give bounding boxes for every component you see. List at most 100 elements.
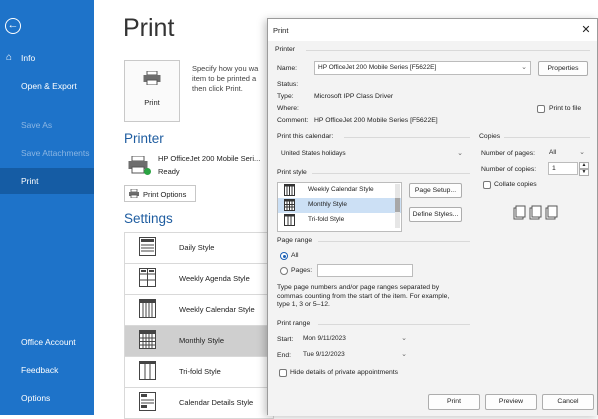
group-divider — [306, 50, 590, 51]
page-title: Print — [123, 14, 175, 42]
hide-details-checkbox[interactable] — [279, 369, 287, 377]
group-divider — [344, 137, 470, 138]
end-date-select[interactable]: Tue 9/12/2023 ⌄ — [299, 348, 411, 362]
print-style-option-label: Weekly Calendar Style — [308, 186, 374, 193]
define-styles-button[interactable]: Define Styles... — [409, 207, 462, 222]
style-item-label: Daily Style — [179, 243, 215, 252]
number-of-pages-label: Number of pages: — [481, 150, 536, 157]
print-style-option[interactable]: Tri-fold Style — [278, 213, 401, 228]
start-date-select[interactable]: Mon 9/11/2023 ⌄ — [299, 332, 411, 346]
monthly-style-icon — [139, 330, 156, 349]
print-options-label: Print Options — [143, 190, 187, 199]
cancel-button[interactable]: Cancel — [542, 394, 594, 410]
print-button-label: Print — [144, 98, 160, 107]
start-label: Start: — [277, 336, 294, 343]
tri-fold-style-icon — [284, 214, 295, 226]
end-label: End: — [277, 352, 291, 359]
calendar-select-value: United States holidays — [281, 150, 346, 157]
calendar-select[interactable]: United States holidays ⌄ — [277, 147, 467, 161]
style-item-calendar-details[interactable]: Calendar Details Style — [124, 388, 274, 419]
number-of-copies-input[interactable]: 1 — [548, 162, 578, 175]
print-style-option[interactable]: Weekly Calendar Style — [278, 183, 401, 198]
hide-details-label: Hide details of private appointments — [290, 369, 399, 376]
comment-label: Comment: — [277, 117, 309, 124]
printer-selector[interactable]: HP OfficeJet 200 Mobile Seri... Ready — [124, 152, 274, 180]
all-pages-label: All — [291, 252, 299, 259]
number-of-copies-label: Number of copies: — [481, 166, 537, 173]
style-item-tri-fold[interactable]: Tri-fold Style — [124, 357, 274, 388]
print-style-scrollbar[interactable] — [395, 184, 400, 228]
page-range-help-line: commas counting from the start of the it… — [277, 292, 450, 300]
pages-radio[interactable] — [280, 267, 288, 275]
type-value: Microsoft IPP Class Driver — [314, 93, 394, 100]
print-style-listbox[interactable]: Weekly Calendar Style Monthly Style Tri-… — [277, 182, 402, 232]
where-label: Where: — [277, 105, 299, 112]
spin-up-icon[interactable]: ▲ — [579, 162, 589, 169]
group-divider — [318, 324, 470, 325]
print-style-option-selected[interactable]: Monthly Style — [278, 198, 401, 213]
back-arrow-icon[interactable]: ← — [5, 18, 21, 34]
print-options-button[interactable]: Print Options — [124, 185, 196, 202]
page-range-help: Type page numbers and/or page ranges sep… — [277, 284, 449, 310]
print-dialog-button[interactable]: Print — [428, 394, 480, 410]
nav-options[interactable]: Options — [0, 385, 94, 411]
printer-icon — [143, 71, 161, 85]
start-date-value: Mon 9/11/2023 — [303, 335, 346, 342]
nav-open-export-label: Open & Export — [21, 81, 77, 91]
preview-button[interactable]: Preview — [485, 394, 537, 410]
chevron-down-icon: ⌄ — [521, 64, 527, 71]
scrollbar-thumb[interactable] — [395, 198, 400, 212]
nav-feedback-label: Feedback — [21, 365, 59, 375]
nav-save-attachments[interactable]: Save Attachments — [0, 140, 94, 166]
nav-office-account[interactable]: Office Account — [0, 329, 94, 355]
nav-print[interactable]: Print — [0, 168, 94, 194]
print-to-file-label: Print to file — [549, 105, 582, 112]
print-style-label: Print style — [277, 169, 307, 176]
number-of-copies-value: 1 — [552, 165, 556, 172]
style-item-daily[interactable]: Daily Style — [124, 232, 274, 264]
print-description-line: Specify how you wa — [192, 64, 259, 73]
print-button[interactable]: Print — [124, 60, 180, 122]
number-of-pages-value: All — [549, 149, 557, 156]
print-style-option-label: Monthly Style — [308, 201, 348, 208]
style-item-label: Weekly Agenda Style — [179, 274, 250, 283]
print-description-line: then click Print. — [192, 84, 243, 93]
all-pages-radio[interactable] — [280, 252, 288, 260]
settings-heading: Settings — [124, 211, 173, 226]
printer-icon — [129, 189, 139, 198]
close-icon[interactable]: ✕ — [579, 23, 593, 37]
nav-info[interactable]: ⌂ Info — [0, 45, 94, 71]
spin-down-icon[interactable]: ▼ — [579, 169, 589, 176]
monthly-style-icon — [284, 199, 295, 211]
chevron-down-icon: ⌄ — [401, 335, 407, 342]
nav-save-as[interactable]: Save As — [0, 112, 94, 138]
type-label: Type: — [277, 93, 294, 100]
style-item-monthly[interactable]: Monthly Style — [124, 326, 274, 357]
print-range-group-label: Print range — [277, 320, 311, 327]
pages-label: Pages: — [291, 267, 313, 274]
pages-input[interactable] — [317, 264, 413, 277]
weekly-calendar-style-icon — [284, 184, 295, 196]
group-divider — [318, 241, 470, 242]
collate-checkbox[interactable] — [483, 181, 491, 189]
properties-button[interactable]: Properties — [538, 61, 588, 76]
print-to-file-checkbox[interactable] — [537, 105, 545, 113]
style-item-weekly-agenda[interactable]: Weekly Agenda Style — [124, 264, 274, 295]
printer-heading: Printer — [124, 131, 164, 146]
print-description-line: item to be printed a — [192, 74, 257, 83]
nav-open-export[interactable]: Open & Export — [0, 73, 94, 99]
page-setup-button[interactable]: Page Setup... — [409, 183, 462, 198]
page-range-help-line: Type page numbers and/or page ranges sep… — [277, 284, 440, 291]
print-dialog: Print ✕ Printer Name: HP OfficeJet 200 M… — [267, 18, 598, 416]
nav-feedback[interactable]: Feedback — [0, 357, 94, 383]
style-item-weekly-calendar[interactable]: Weekly Calendar Style — [124, 295, 274, 326]
group-divider — [504, 137, 590, 138]
number-of-pages-select[interactable]: All ⌄ — [545, 146, 589, 160]
name-label: Name: — [277, 65, 298, 72]
nav-print-label: Print — [21, 176, 39, 186]
print-this-calendar-label: Print this calendar: — [277, 133, 334, 140]
style-item-label: Tri-fold Style — [179, 367, 221, 376]
printer-name-select[interactable]: HP OfficeJet 200 Mobile Series [F5622E] … — [314, 61, 531, 75]
group-divider — [312, 173, 470, 174]
printer-group-label: Printer — [275, 46, 296, 53]
